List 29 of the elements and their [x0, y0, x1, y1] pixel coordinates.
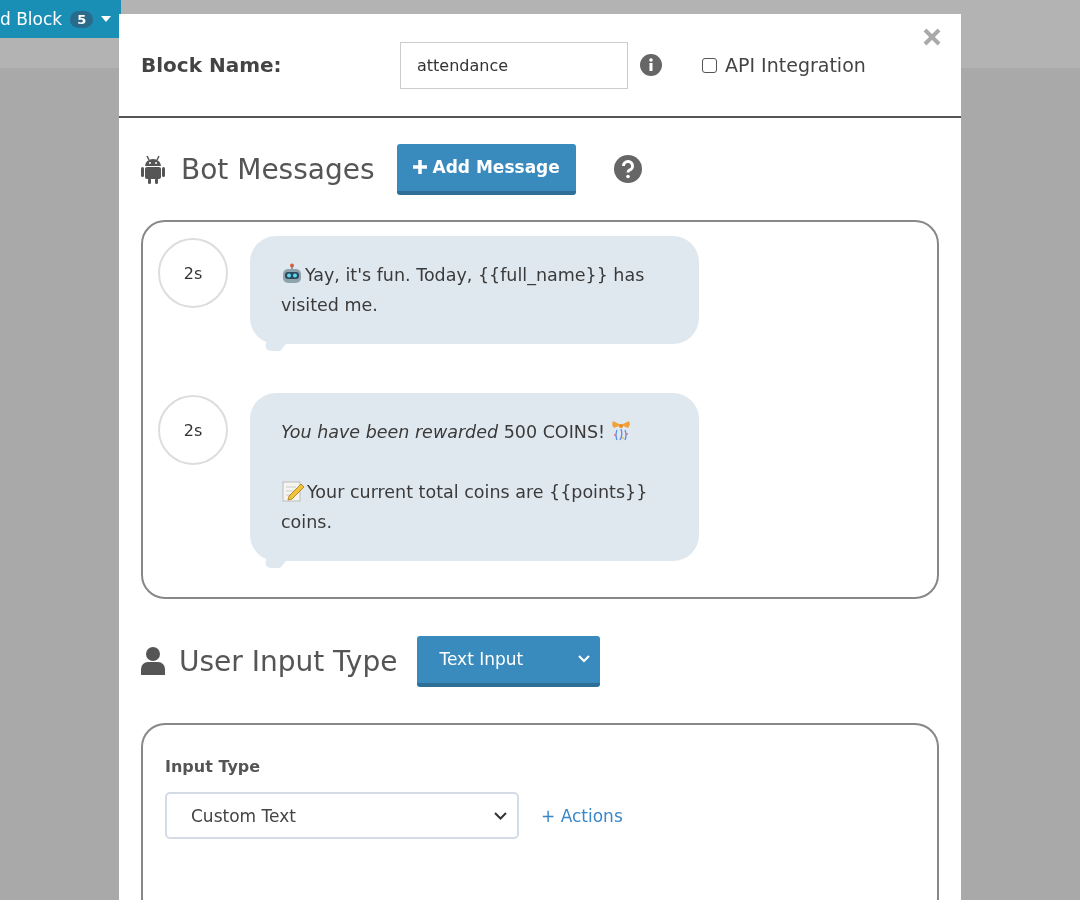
plus-icon — [412, 160, 427, 174]
count-badge: 5 — [70, 10, 94, 28]
actions-link[interactable]: + Actions — [541, 805, 623, 826]
api-integration-label: API Integration — [725, 54, 866, 76]
chevron-down-icon — [494, 811, 507, 820]
input-type-label: Input Type — [165, 757, 262, 776]
message-text: You have been rewarded 500 COINS! — [281, 417, 679, 447]
block-name-field[interactable]: attendance — [400, 41, 628, 89]
android-icon — [141, 154, 165, 184]
api-integration-checkbox[interactable] — [702, 57, 717, 73]
add-message-button[interactable]: Add Message — [396, 143, 576, 195]
confetti-icon — [609, 419, 633, 443]
input-type-select[interactable]: Custom Text — [165, 792, 519, 839]
add-block-button[interactable]: d Block 5 — [0, 0, 122, 38]
section-title: Bot Messages — [181, 152, 375, 186]
info-icon — [640, 54, 662, 76]
user-icon — [141, 647, 165, 675]
chevron-down-icon — [578, 655, 591, 663]
section-title: User Input Type — [179, 644, 398, 678]
block-name-label: Block Name: — [141, 53, 283, 77]
caret-icon — [101, 16, 112, 22]
memo-icon — [281, 479, 305, 503]
delay-indicator: 2s — [158, 395, 228, 465]
message-text: Your current total coins are {{points}} coins. — [281, 477, 679, 537]
input-type-dropdown[interactable]: Text Input — [417, 635, 601, 687]
robot-icon — [281, 263, 303, 285]
delay-indicator: 2s — [158, 238, 228, 308]
message-text: Yay, it's fun. Today, {{full_name}} has visited me. — [281, 262, 646, 317]
help-icon[interactable] — [613, 155, 642, 183]
